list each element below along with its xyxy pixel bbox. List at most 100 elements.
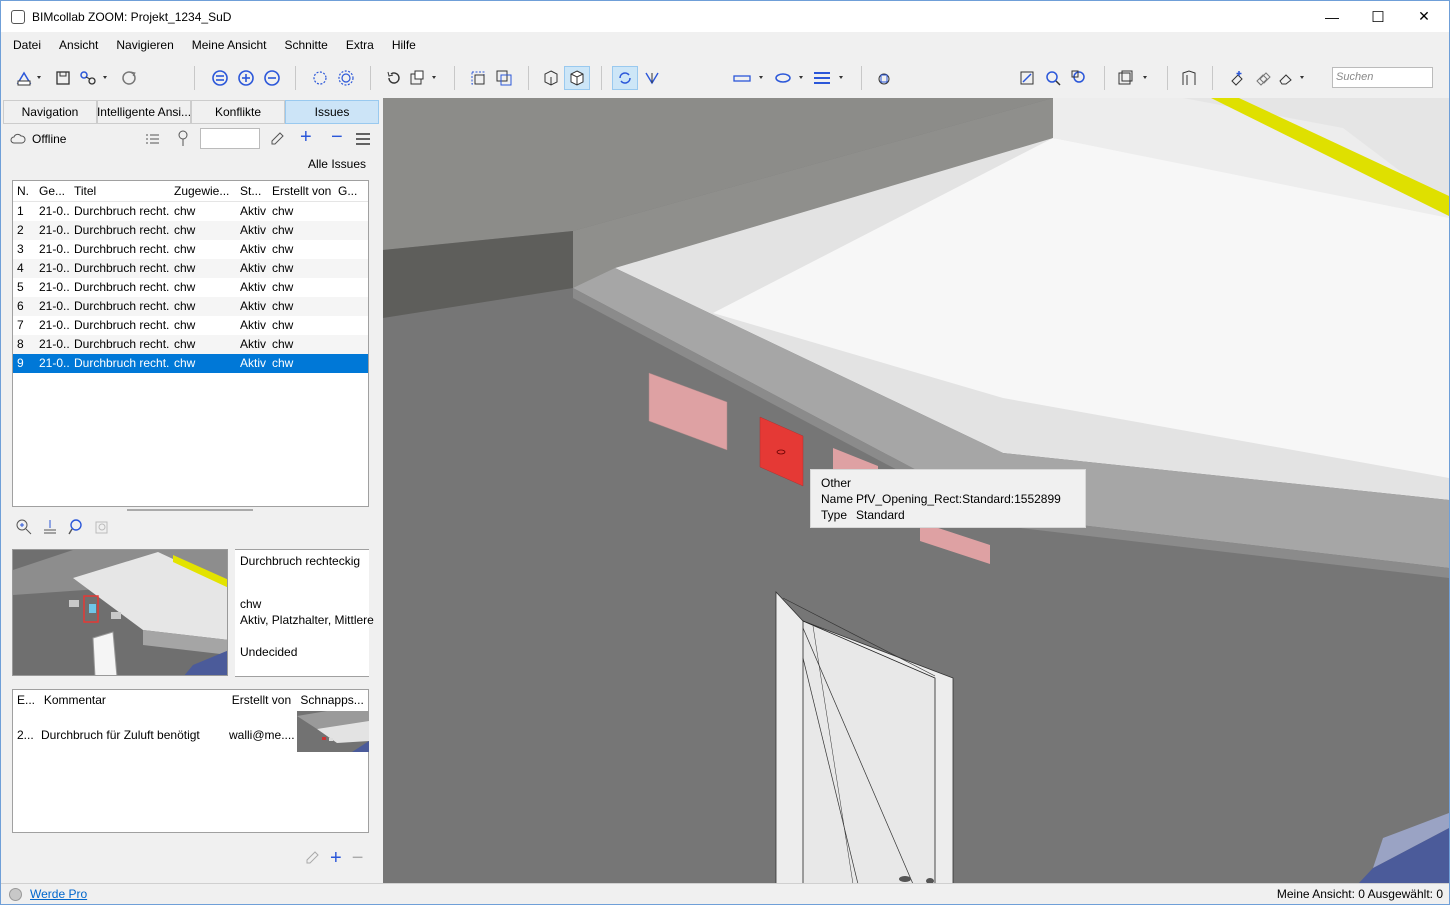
minimize-button[interactable]: — [1309,1,1355,32]
column-header[interactable]: St... [236,181,268,201]
storey-icon[interactable] [1179,66,1199,90]
table-row[interactable]: 6 21-0... Durchbruch recht... chw Aktiv chw [13,297,368,316]
zoom-to-issue-icon[interactable] [15,518,33,536]
menu-hilfe[interactable]: Hilfe [392,38,416,52]
edit-comment-icon[interactable] [304,850,320,866]
comment-author: walli@me.... [229,728,295,742]
hide-markup-icon[interactable] [1253,66,1273,90]
column-header[interactable]: G... [334,181,364,201]
select-all-icon[interactable] [494,66,514,90]
table-row[interactable]: 2 21-0... Durchbruch recht... chw Aktiv chw [13,221,368,240]
search-issue-icon[interactable] [67,518,85,536]
column-header[interactable]: N. [13,181,35,201]
table-row[interactable]: 3 21-0... Durchbruch recht... chw Aktiv chw [13,240,368,259]
tab-konflikte[interactable]: Konflikte [191,100,285,124]
filter-icon[interactable] [176,130,190,148]
clash-icon[interactable] [874,66,894,90]
column-header[interactable]: Zugewie... [170,181,236,201]
list-view-icon[interactable] [146,133,160,145]
table-row[interactable]: 8 21-0... Durchbruch recht... chw Aktiv chw [13,335,368,354]
add-comment-icon[interactable]: + [330,848,342,868]
column-header[interactable]: E... [13,690,40,711]
table-cell: Aktiv [240,223,267,237]
measure-icon[interactable] [731,66,769,90]
edit-icon[interactable] [269,131,285,147]
table-cell [334,221,364,240]
panel-splitter[interactable] [127,509,253,511]
table-row[interactable]: 1 21-0... Durchbruch recht... chw Aktiv chw [13,202,368,221]
maximize-button[interactable]: ☐ [1355,1,1401,32]
column-header[interactable]: Erstellt von [228,690,297,711]
share-icon[interactable] [77,66,113,90]
window-title: BIMcollab ZOOM: Projekt_1234_SuD [32,9,232,24]
add-viewpoint-icon[interactable] [1227,66,1247,90]
remove-circle-icon[interactable] [262,66,282,90]
tab-issues[interactable]: Issues [285,100,379,124]
comments-header: E... Kommentar Erstellt von Schnapps... [13,690,368,711]
hide-icon[interactable] [336,66,356,90]
column-header[interactable]: Erstellt von [268,181,334,201]
equal-icon[interactable] [210,66,230,90]
column-header[interactable]: Kommentar [40,690,228,711]
issue-snapshot-thumbnail[interactable] [12,549,228,676]
zoom-extents-icon[interactable] [1017,66,1037,90]
tab-navigation[interactable]: Navigation [3,100,97,124]
toolbar-separator [370,66,371,90]
search-input[interactable]: Suchen [1332,67,1433,88]
3d-viewport[interactable]: Other Name PfV_Opening_Rect:Standard:155… [383,98,1449,884]
zoom-selected-icon[interactable] [1043,66,1063,90]
section-icon[interactable] [773,66,809,90]
wireframe-cube-icon[interactable] [541,66,561,90]
column-header[interactable]: Schnapps... [296,690,368,711]
toolbar-separator [194,66,195,90]
shaded-cube-icon[interactable] [564,66,590,90]
comment-snapshot-thumbnail[interactable] [297,711,369,752]
menu-ansicht[interactable]: Ansicht [59,38,98,52]
save-icon[interactable] [53,66,73,90]
menu-datei[interactable]: Datei [13,38,41,52]
filter-input[interactable] [200,128,260,149]
menu-extra[interactable]: Extra [346,38,374,52]
select-box-icon[interactable] [468,66,488,90]
visibility-icon[interactable] [408,66,442,90]
menu-icon[interactable] [356,133,370,145]
column-header[interactable]: Titel [70,181,170,201]
table-row[interactable]: 7 21-0... Durchbruch recht... chw Aktiv chw [13,316,368,335]
menu-schnitte[interactable]: Schnitte [284,38,327,52]
close-button[interactable]: ✕ [1401,1,1447,32]
menu-meine-ansicht[interactable]: Meine Ansicht [192,38,267,52]
tab-intelligente-ansichten[interactable]: Intelligente Ansi... [97,100,191,124]
toolbar-separator [295,66,296,90]
view-cube-icon[interactable] [1115,66,1153,90]
orbit-icon[interactable] [612,66,638,90]
table-cell: Durchbruch recht... [74,261,170,275]
table-row[interactable]: 4 21-0... Durchbruch recht... chw Aktiv chw [13,259,368,278]
add-circle-icon[interactable] [236,66,256,90]
layers-icon[interactable] [811,66,849,90]
align-bottom-icon[interactable] [41,518,59,536]
table-cell: 2 [17,223,24,237]
snapshot-icon[interactable] [93,518,111,536]
issues-table: N. Ge... Titel Zugewie... St... Erstellt… [12,180,369,507]
menu-navigieren[interactable]: Navigieren [116,38,173,52]
remove-issue-icon[interactable]: − [331,126,343,149]
issue-decision: Undecided [240,645,298,659]
add-issue-icon[interactable]: + [300,126,312,149]
erase-markup-icon[interactable] [1277,66,1311,90]
comment-row[interactable]: 2... Durchbruch für Zuluft benötigt wall… [13,711,370,760]
table-cell: chw [174,318,196,332]
zoom-window-icon[interactable] [1069,66,1089,90]
column-header[interactable]: Ge... [35,181,70,201]
tooltip-name-value: PfV_Opening_Rect:Standard:1552899 [856,492,1061,506]
tooltip-name-label: Name [821,492,854,506]
table-cell: chw [174,261,196,275]
undo-icon[interactable] [384,66,404,90]
table-row[interactable]: 5 21-0... Durchbruch recht... chw Aktiv chw [13,278,368,297]
isolate-icon[interactable] [310,66,330,90]
upgrade-link[interactable]: Werde Pro [30,887,87,901]
open-model-icon[interactable] [13,66,47,90]
walk-icon[interactable] [642,66,662,90]
remove-comment-icon[interactable]: − [352,848,364,868]
table-row[interactable]: 9 21-0... Durchbruch recht... chw Aktiv chw [13,354,368,373]
refresh-model-icon[interactable] [119,66,139,90]
